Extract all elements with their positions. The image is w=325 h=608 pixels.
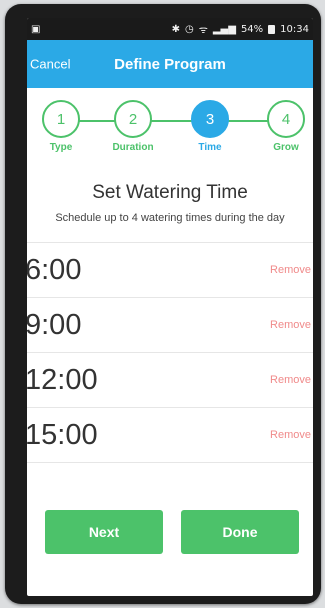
section-subtitle: Schedule up to 4 watering times during t…: [55, 212, 285, 224]
step-circle: 3: [191, 100, 229, 138]
app-header: Cancel Define Program: [27, 40, 313, 88]
remove-button[interactable]: Remove: [270, 319, 311, 331]
watering-times-list: 6:00 Remove 9:00 Remove 12:00 Remove 15:…: [27, 242, 313, 463]
next-button[interactable]: Next: [45, 510, 163, 554]
time-row: 6:00 Remove: [27, 243, 313, 298]
step-duration[interactable]: 2 Duration: [103, 100, 163, 153]
notification-icon: ▣: [31, 23, 41, 35]
step-circle: 2: [114, 100, 152, 138]
step-label: Type: [49, 142, 73, 153]
section-title: Set Watering Time: [92, 182, 248, 203]
app-screen: ▣ ✱ ◷ ᯤ ▂▄▆ 54% 10:34 Cancel Define Prog…: [27, 18, 313, 596]
step-type[interactable]: 1 Type: [31, 100, 91, 153]
remove-button[interactable]: Remove: [270, 429, 311, 441]
time-value[interactable]: 6:00: [27, 254, 81, 287]
step-grow[interactable]: 4 Grow: [256, 100, 313, 153]
step-label: Time: [198, 142, 222, 153]
step-label: Duration: [112, 142, 154, 153]
time-row: 15:00 Remove: [27, 408, 313, 463]
step-circle: 4: [267, 100, 305, 138]
done-button[interactable]: Done: [181, 510, 299, 554]
step-label: Grow: [273, 142, 299, 153]
status-icons: ✱ ◷ ᯤ ▂▄▆ 54% 10:34: [171, 22, 309, 37]
step-circle: 1: [42, 100, 80, 138]
battery-percent: 54%: [240, 23, 264, 35]
time-value[interactable]: 15:00: [27, 419, 98, 452]
time-row: 12:00 Remove: [27, 353, 313, 408]
wifi-icon: ᯤ: [198, 25, 208, 36]
remove-button[interactable]: Remove: [270, 374, 311, 386]
signal-icon: ▂▄▆: [212, 23, 236, 35]
remove-button[interactable]: Remove: [270, 264, 311, 276]
bluetooth-icon: ✱: [171, 23, 180, 35]
step-time[interactable]: 3 Time: [180, 100, 240, 153]
cancel-button[interactable]: Cancel: [30, 57, 70, 72]
time-value[interactable]: 12:00: [27, 364, 98, 397]
phone-frame: ▣ ✱ ◷ ᯤ ▂▄▆ 54% 10:34 Cancel Define Prog…: [5, 4, 321, 604]
alarm-icon: ◷: [184, 23, 194, 35]
clock: 10:34: [280, 23, 309, 35]
battery-icon: [268, 24, 276, 34]
stepper-line: [61, 120, 279, 122]
progress-stepper: 1 Type 2 Duration 3 Time 4 Grow: [27, 100, 313, 168]
action-buttons: Next Done: [27, 510, 313, 554]
time-row: 9:00 Remove: [27, 298, 313, 353]
time-value[interactable]: 9:00: [27, 309, 81, 342]
page-title: Define Program: [114, 55, 226, 73]
status-bar: ▣ ✱ ◷ ᯤ ▂▄▆ 54% 10:34: [27, 18, 313, 40]
